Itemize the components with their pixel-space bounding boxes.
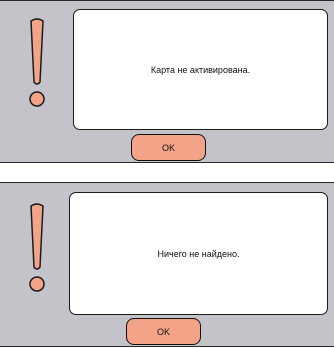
message-box: Ничего не найдено.	[69, 192, 328, 315]
ok-button-label: OK	[161, 142, 175, 153]
ok-button[interactable]: OK	[126, 318, 201, 345]
alert-dialog-nothing-found: Ничего не найдено. OK	[0, 182, 334, 347]
exclamation-icon	[29, 203, 45, 292]
ok-button-label: OK	[156, 326, 170, 337]
message-text: Карта не активирована.	[150, 64, 251, 75]
ok-button[interactable]: OK	[131, 134, 206, 161]
alert-dialog-card-not-activated: Карта не активирована. OK	[0, 0, 334, 163]
message-text: Ничего не найдено.	[157, 248, 240, 259]
message-box: Карта не активирована.	[73, 9, 328, 130]
exclamation-icon	[29, 18, 45, 107]
